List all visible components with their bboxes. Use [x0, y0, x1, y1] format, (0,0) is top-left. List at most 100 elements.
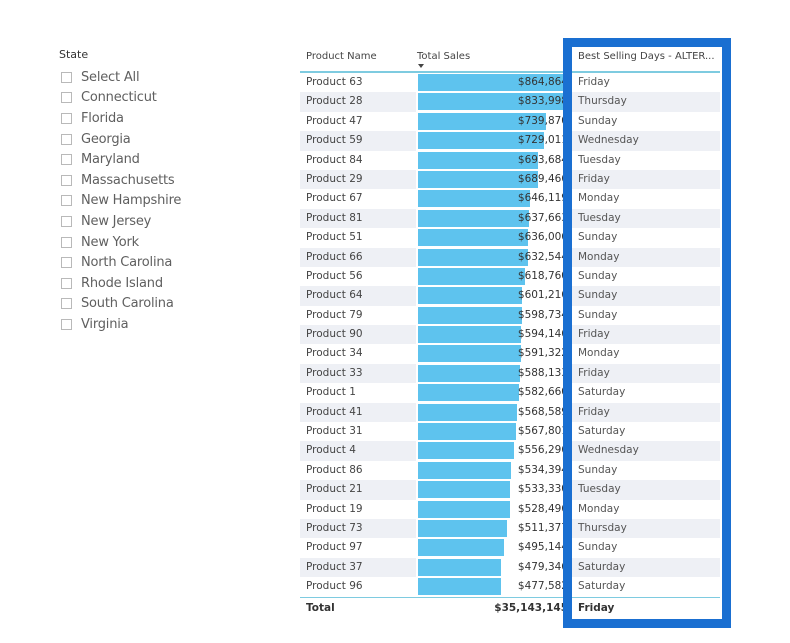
total-sales-cell: $533,330: [418, 480, 568, 499]
slicer-item[interactable]: New Jersey: [59, 211, 259, 232]
table-row[interactable]: Product 79 $598,734 Sunday: [300, 306, 720, 325]
total-sales-value: $556,296: [517, 444, 568, 457]
table-row[interactable]: Product 51 $636,006 Sunday: [300, 228, 720, 247]
slicer-item[interactable]: Maryland: [59, 149, 259, 170]
table-row[interactable]: Product 64 $601,216 Sunday: [300, 286, 720, 306]
table-row[interactable]: Product 33 $588,133 Friday: [300, 363, 720, 384]
best-selling-day-cell: Sunday: [578, 308, 618, 321]
slicer-item[interactable]: Rhode Island: [59, 273, 259, 294]
slicer-item[interactable]: New York: [59, 232, 259, 253]
total-sales-cell: $833,998: [418, 92, 568, 111]
slicer-item-label: Florida: [81, 110, 124, 126]
total-sales-value: $479,346: [517, 560, 568, 573]
table-row[interactable]: Product 96 $477,582 Saturday: [300, 577, 720, 596]
slicer-item[interactable]: North Carolina: [59, 252, 259, 273]
checkbox[interactable]: [61, 318, 72, 330]
slicer-item[interactable]: Florida: [59, 108, 259, 129]
total-sales-cell: $588,133: [418, 364, 568, 383]
table-total-row: Total $35,143,145 Friday: [300, 596, 720, 620]
slicer-item[interactable]: Massachusetts: [59, 170, 259, 191]
table-row[interactable]: Product 63 $864,864 Friday: [300, 73, 720, 92]
total-sales-value: $618,760: [517, 269, 568, 282]
product-name-cell: Product 67: [306, 192, 363, 205]
slicer-item[interactable]: Georgia: [59, 129, 259, 150]
total-sales-value: $646,119: [517, 192, 568, 205]
checkbox[interactable]: [61, 215, 72, 227]
checkbox[interactable]: [61, 257, 72, 269]
checkbox[interactable]: [61, 195, 72, 207]
table-row[interactable]: Product 67 $646,119 Monday: [300, 189, 720, 208]
checkbox[interactable]: [61, 174, 72, 186]
table-row[interactable]: Product 41 $568,589 Friday: [300, 402, 720, 423]
checkbox[interactable]: [61, 298, 72, 310]
total-sales-value: $582,660: [517, 386, 568, 399]
product-name-cell: Product 28: [306, 95, 363, 108]
table-row[interactable]: Product 84 $693,684 Tuesday: [300, 151, 720, 170]
total-sales-value: $833,998: [517, 95, 568, 108]
table-row[interactable]: Product 90 $594,146 Friday: [300, 325, 720, 345]
slicer-item[interactable]: Virginia: [59, 314, 259, 335]
table-row[interactable]: Product 56 $618,760 Sunday: [300, 267, 720, 286]
column-header-best-selling-days[interactable]: Best Selling Days - ALTER...: [578, 51, 718, 62]
table-row[interactable]: Product 47 $739,870 Sunday: [300, 112, 720, 131]
slicer-list: Select All Connecticut Florida Georgia Maryl…: [59, 67, 259, 335]
table-row[interactable]: Product 59 $729,011 Wednesday: [300, 131, 720, 151]
table-row[interactable]: Product 97 $495,144 Sunday: [300, 538, 720, 557]
total-sales-value: $689,466: [517, 172, 568, 185]
table-row[interactable]: Product 86 $534,394 Sunday: [300, 461, 720, 480]
checkbox[interactable]: [61, 71, 72, 83]
product-name-cell: Product 63: [306, 76, 363, 88]
table-row[interactable]: Product 21 $533,330 Tuesday: [300, 480, 720, 500]
table-row[interactable]: Product 4 $556,296 Wednesday: [300, 441, 720, 461]
checkbox[interactable]: [61, 112, 72, 124]
total-sales-cell: $582,660: [418, 383, 568, 402]
slicer-item-label: Select All: [81, 69, 140, 85]
table-row[interactable]: Product 81 $637,663 Tuesday: [300, 208, 720, 229]
product-name-cell: Product 4: [306, 444, 356, 457]
slicer-item[interactable]: Connecticut: [59, 88, 259, 109]
best-selling-day-cell: Friday: [578, 405, 610, 418]
product-name-cell: Product 47: [306, 114, 363, 127]
column-header-total-sales[interactable]: Total Sales: [417, 51, 470, 62]
best-selling-day-cell: Friday: [578, 366, 610, 379]
slicer-item[interactable]: Select All: [59, 67, 259, 88]
total-sales-value: $637,663: [517, 211, 568, 224]
checkbox[interactable]: [61, 154, 72, 166]
checkbox[interactable]: [61, 92, 72, 104]
total-sales-value: $477,582: [517, 580, 568, 593]
product-name-cell: Product 33: [306, 366, 363, 379]
product-name-cell: Product 97: [306, 541, 363, 554]
state-slicer: State Select All Connecticut Florida Georgi…: [59, 46, 259, 335]
total-sales-value: $533,330: [517, 483, 568, 496]
table-row[interactable]: Product 73 $511,377 Thursday: [300, 518, 720, 539]
checkbox[interactable]: [61, 277, 72, 289]
total-sales-cell: $591,322: [418, 344, 568, 363]
table-row[interactable]: Product 29 $689,466 Friday: [300, 169, 720, 190]
slicer-item[interactable]: New Hampshire: [59, 191, 259, 212]
best-selling-day-cell: Sunday: [578, 231, 618, 244]
total-sales-cell: $567,801: [418, 422, 568, 441]
table-row[interactable]: Product 66 $632,544 Monday: [300, 247, 720, 267]
slicer-item-label: North Carolina: [81, 255, 173, 271]
best-selling-day-cell: Saturday: [578, 580, 626, 593]
checkbox[interactable]: [61, 236, 72, 248]
best-selling-day-cell: Monday: [578, 250, 620, 263]
table-row[interactable]: Product 19 $528,496 Monday: [300, 500, 720, 519]
total-sales-cell: $618,760: [418, 267, 568, 286]
product-name-cell: Product 51: [306, 231, 363, 244]
table-row[interactable]: Product 34 $591,322 Monday: [300, 344, 720, 363]
slicer-item-label: New Jersey: [81, 213, 152, 229]
best-selling-day-cell: Thursday: [578, 521, 627, 534]
table-row[interactable]: Product 1 $582,660 Saturday: [300, 383, 720, 402]
column-header-product-name[interactable]: Product Name: [306, 51, 377, 62]
best-selling-day-cell: Monday: [578, 192, 620, 205]
slicer-item[interactable]: South Carolina: [59, 294, 259, 315]
total-sales-value: $511,377: [517, 521, 568, 534]
product-name-cell: Product 81: [306, 211, 363, 224]
product-name-cell: Product 29: [306, 172, 363, 185]
total-sales-value: $588,133: [517, 366, 568, 379]
table-row[interactable]: Product 31 $567,801 Saturday: [300, 422, 720, 441]
table-row[interactable]: Product 37 $479,346 Saturday: [300, 557, 720, 578]
table-row[interactable]: Product 28 $833,998 Thursday: [300, 92, 720, 112]
checkbox[interactable]: [61, 133, 72, 145]
